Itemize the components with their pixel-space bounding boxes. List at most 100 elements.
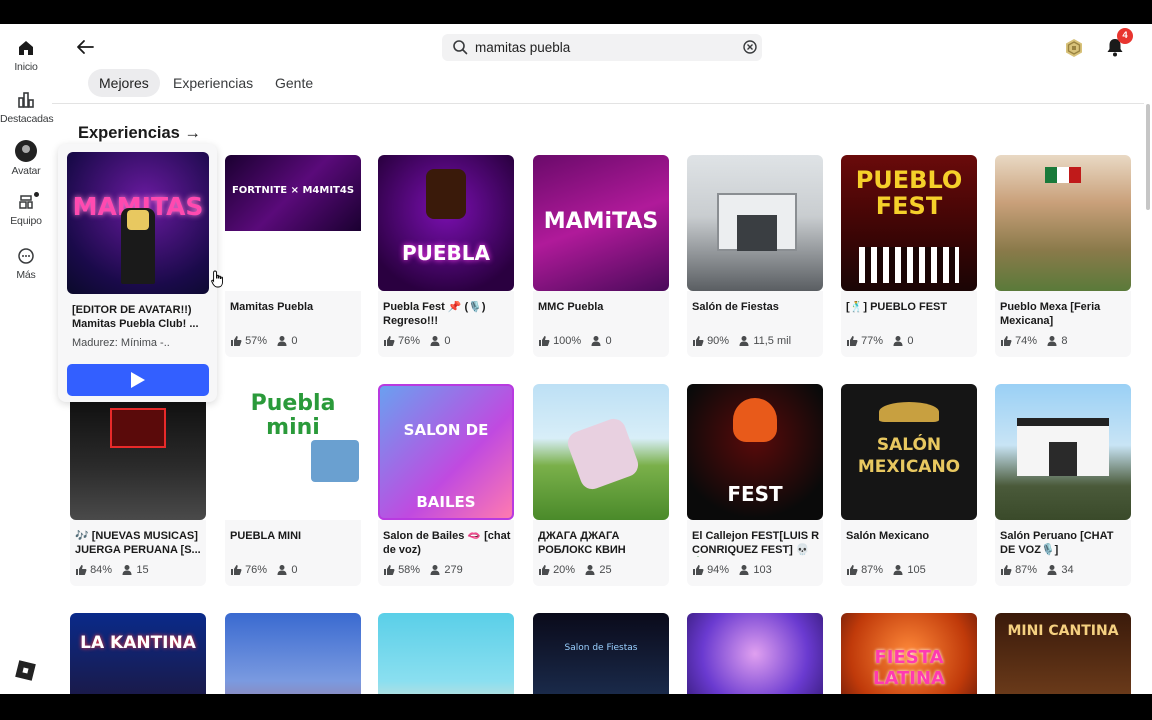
game-stats: 74% 8 xyxy=(1000,335,1067,347)
section-title[interactable]: Experiencias → xyxy=(78,124,201,143)
sidebar-item-charts[interactable]: Destacadas xyxy=(0,90,54,125)
section-title-text: Experiencias xyxy=(78,124,180,142)
game-thumbnail: Puebla mini xyxy=(225,384,361,520)
card-info: 🎶 [NUEVAS MUSICAS] JUERGA PERUANA [S... … xyxy=(70,520,206,586)
search-input[interactable] xyxy=(475,38,735,57)
thumbnail-text: FORTNITE × M4MIT4S xyxy=(231,185,355,196)
card-info: Mamitas Puebla 57% 0 xyxy=(225,291,361,357)
top-bar: 4 xyxy=(52,24,1152,72)
players-icon xyxy=(277,565,287,576)
scrollbar[interactable] xyxy=(1146,104,1150,210)
player-count: 0 xyxy=(291,335,298,348)
game-thumbnail xyxy=(533,384,669,520)
roblox-logo-icon[interactable] xyxy=(15,660,36,681)
app-window: Inicio Destacadas Avatar Equipo Más mami… xyxy=(0,24,1152,694)
player-count: 34 xyxy=(1061,564,1074,577)
player-count: 0 xyxy=(605,335,612,348)
thumbs-up-icon xyxy=(693,565,704,576)
game-thumbnail: PUEBLO FEST xyxy=(841,155,977,291)
player-count: 0 xyxy=(291,564,298,577)
avatar-icon xyxy=(15,140,37,162)
rating-value: 58% xyxy=(398,564,421,577)
game-title: Salón Peruano [CHAT DE VOZ🎙️] xyxy=(1000,530,1114,556)
divider xyxy=(52,103,1144,104)
tab-mejores[interactable]: Mejores xyxy=(88,69,160,97)
rating-value: 100% xyxy=(553,335,582,348)
player-count: 0 xyxy=(907,335,914,348)
sidebar-item-label: Destacadas xyxy=(0,113,54,125)
rating-value: 87% xyxy=(1015,564,1038,577)
thumbnail-text: PUEBLO FEST xyxy=(855,166,963,220)
players-icon xyxy=(585,565,595,576)
game-thumbnail: SALÓN MEXICANO xyxy=(841,384,977,520)
players-icon xyxy=(430,336,440,347)
game-title: ДЖАГА ДЖАГА РОБЛОКС КВИН xyxy=(538,530,626,556)
game-thumbnail xyxy=(995,384,1131,520)
sidebar-item-label: Avatar xyxy=(11,165,41,177)
thumbs-up-icon xyxy=(1001,565,1012,576)
card-info: MMC Puebla 100% 0 xyxy=(533,291,669,357)
tab-gente[interactable]: Gente xyxy=(264,69,324,97)
sidebar-item-avatar[interactable]: Avatar xyxy=(0,140,52,177)
player-count: 105 xyxy=(907,564,926,577)
game-stats: 77% 0 xyxy=(846,335,913,347)
featured-game-card[interactable]: MAMITAS [EDITOR DE AVATAR!!) Mamitas Pue… xyxy=(58,144,217,402)
player-count: 25 xyxy=(599,564,612,577)
search-bar[interactable] xyxy=(442,34,762,61)
game-stats: 94% 103 xyxy=(692,564,772,576)
players-icon xyxy=(739,565,749,576)
game-thumbnail xyxy=(225,613,361,694)
game-stats: 87% 34 xyxy=(1000,564,1074,576)
game-stats: 87% 105 xyxy=(846,564,926,576)
player-count: 8 xyxy=(1061,335,1068,348)
thumbs-up-icon xyxy=(76,565,87,576)
game-title: [🕺] PUEBLO FEST xyxy=(846,301,948,313)
players-icon xyxy=(122,565,132,576)
game-title: Salón Mexicano xyxy=(846,530,930,542)
robux-icon[interactable] xyxy=(1064,38,1084,58)
player-count: 103 xyxy=(753,564,772,577)
game-title: Pueblo Mexa [Feria Mexicana] xyxy=(1000,301,1101,327)
rating-value: 20% xyxy=(553,564,576,577)
rating-value: 76% xyxy=(398,335,421,348)
game-thumbnail: FEST xyxy=(687,384,823,520)
game-thumbnail: FIESTA LATINA xyxy=(841,613,977,694)
game-thumbnail xyxy=(70,384,206,520)
game-title: [EDITOR DE AVATAR!!) Mamitas Puebla Club… xyxy=(72,304,199,330)
game-thumbnail xyxy=(378,613,514,694)
players-icon xyxy=(277,336,287,347)
game-title: PUEBLA MINI xyxy=(230,530,302,542)
play-button[interactable] xyxy=(67,364,209,396)
game-title: MMC Puebla xyxy=(538,301,604,313)
thumbs-up-icon xyxy=(1001,336,1012,347)
game-title: 🎶 [NUEVAS MUSICAS] JUERGA PERUANA [S... xyxy=(75,530,201,556)
sidebar-item-inventory[interactable]: Equipo xyxy=(0,192,52,227)
rating-value: 94% xyxy=(707,564,730,577)
thumbs-up-icon xyxy=(231,565,242,576)
game-title: Salon de Bailes 🫦 [chat de voz) xyxy=(383,530,511,556)
game-thumbnail: MAMiTAS xyxy=(533,155,669,291)
rating-value: 57% xyxy=(245,335,268,348)
game-stats: 20% 25 xyxy=(538,564,612,576)
clear-icon[interactable] xyxy=(742,39,758,55)
game-title: El Callejon FEST[LUIS R CONRIQUEZ FEST] … xyxy=(692,530,820,556)
players-icon xyxy=(591,336,601,347)
sidebar-item-label: Inicio xyxy=(14,61,38,73)
back-arrow-icon[interactable] xyxy=(74,36,96,58)
thumbnail-text: MAMiTAS xyxy=(543,209,659,234)
rating-value: 90% xyxy=(707,335,730,348)
player-count: 0 xyxy=(444,335,451,348)
game-thumbnail xyxy=(687,155,823,291)
thumbnail-text: PUEBLA xyxy=(401,241,491,265)
players-icon xyxy=(739,336,749,347)
thumbs-up-icon xyxy=(847,336,858,347)
tab-experiencias[interactable]: Experiencias xyxy=(162,69,264,97)
thumbnail-text: SALÓN MEXICANO xyxy=(857,435,961,477)
game-title: Salón de Fiestas xyxy=(692,301,779,313)
rating-value: 77% xyxy=(861,335,884,348)
sidebar-item-home[interactable]: Inicio xyxy=(0,38,52,73)
game-title: Mamitas Puebla xyxy=(230,301,314,313)
notification-dot xyxy=(34,192,39,197)
charts-icon xyxy=(18,92,34,108)
sidebar-item-more[interactable]: Más xyxy=(0,246,52,281)
